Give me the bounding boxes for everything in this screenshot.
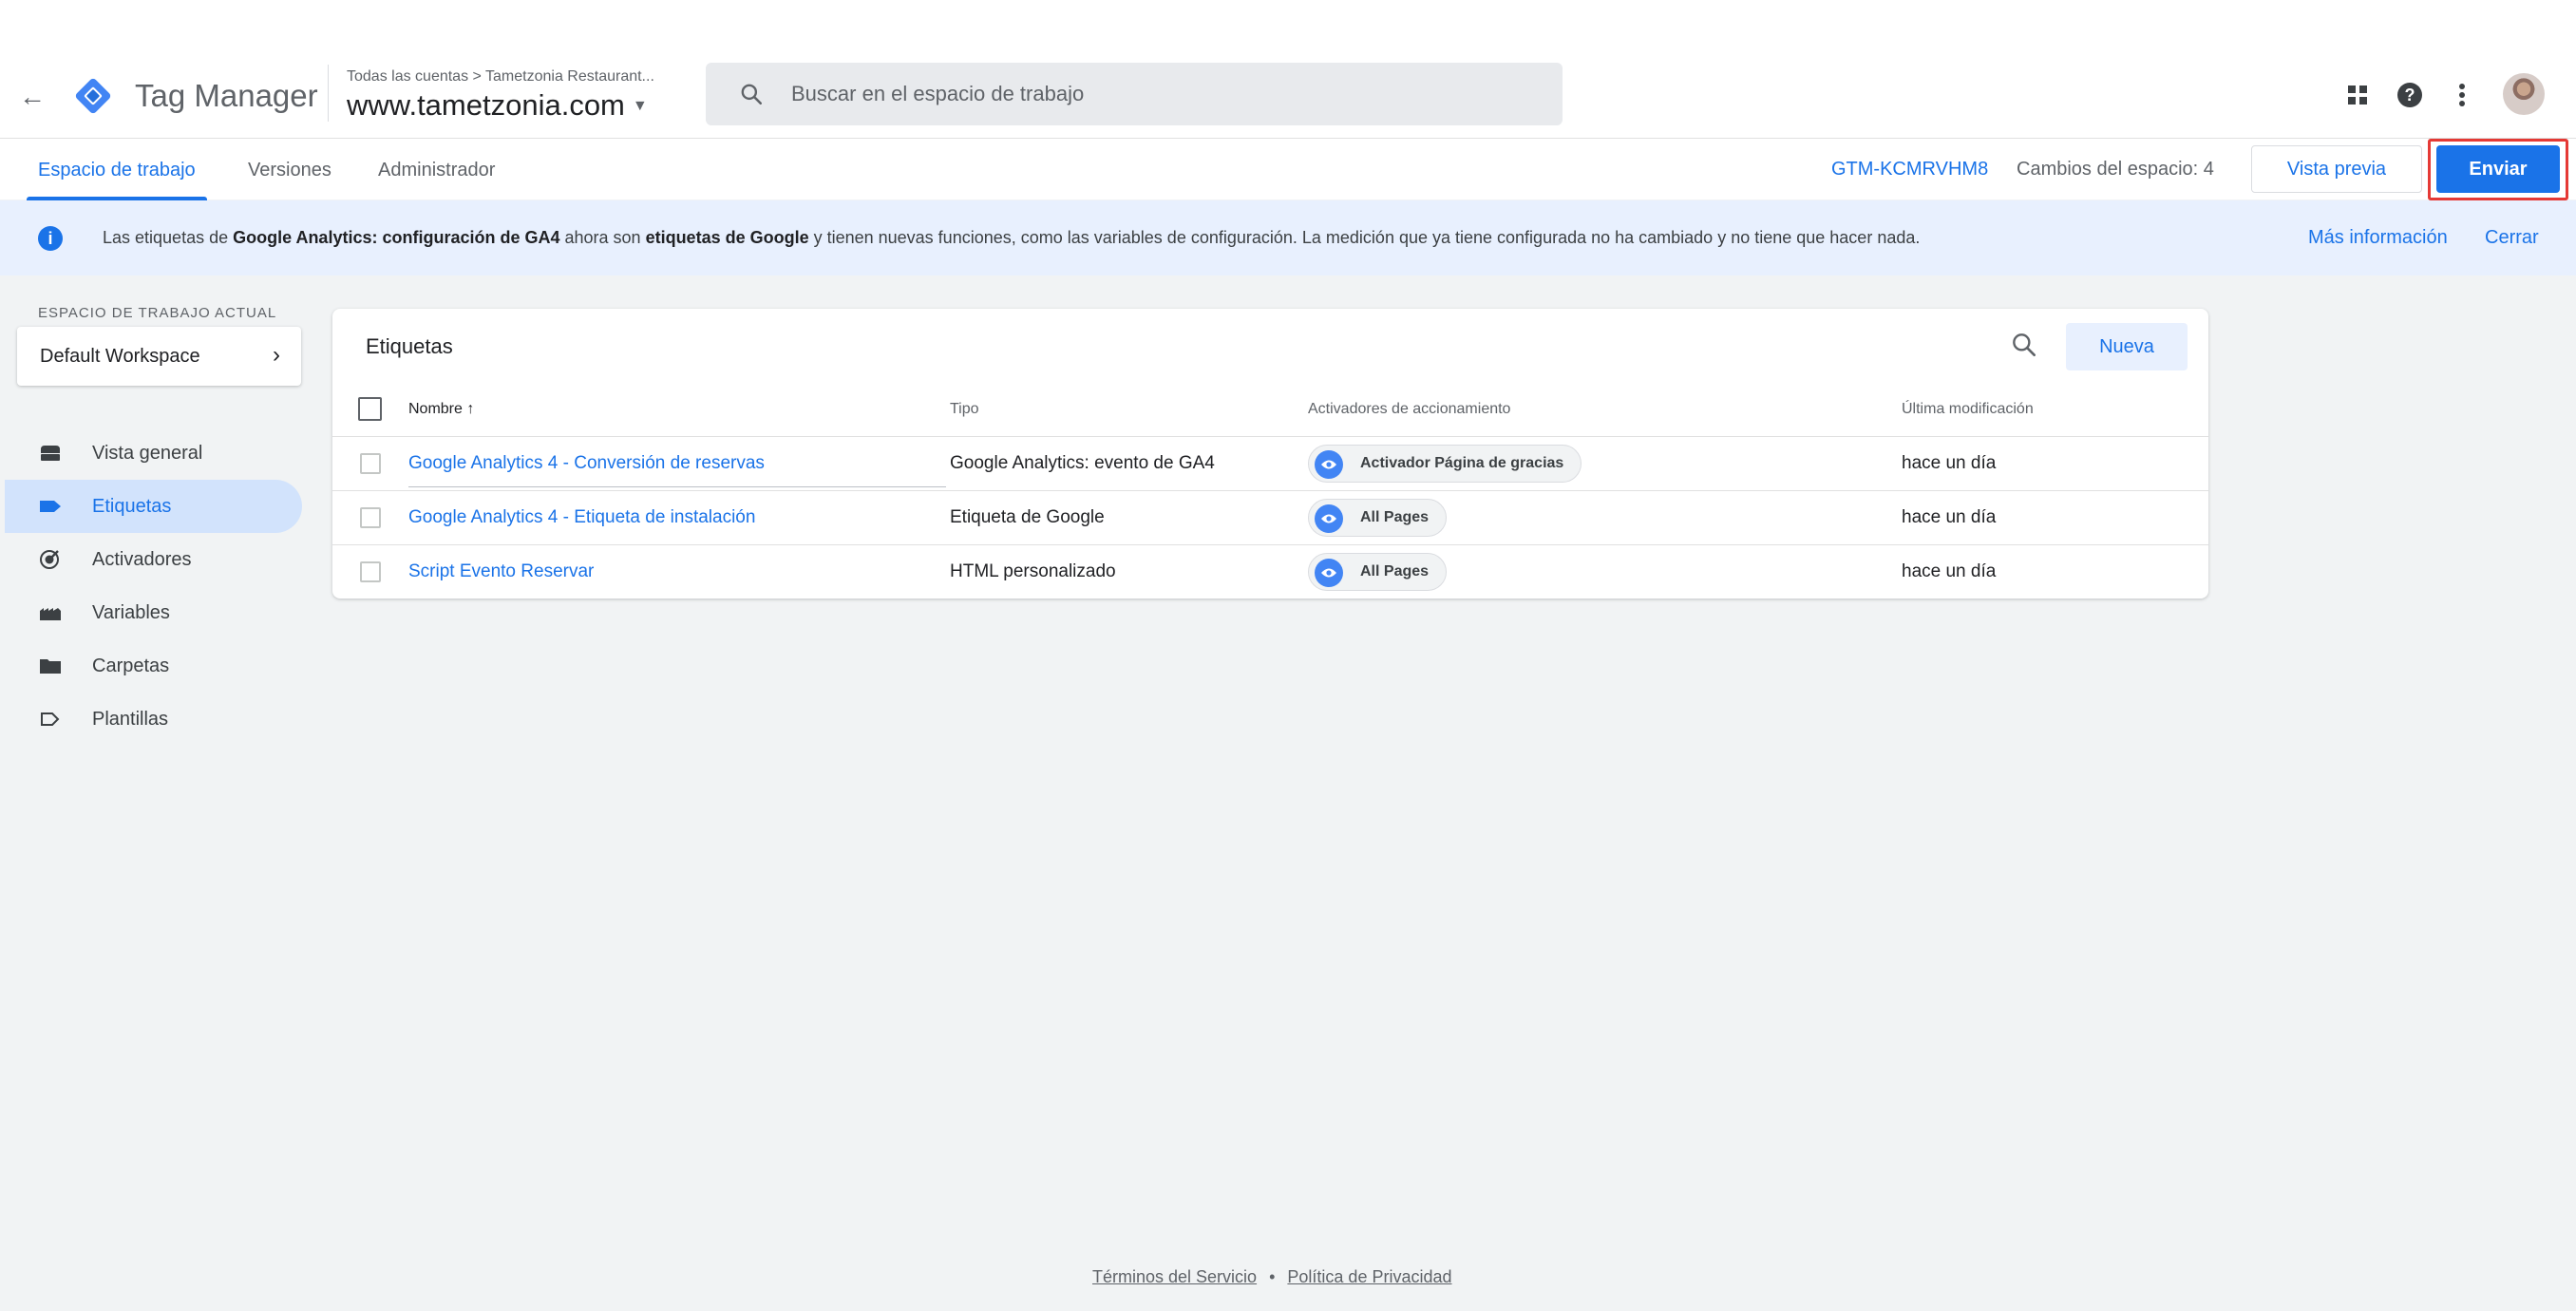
sidebar-item-folders[interactable]: Carpetas [0, 639, 302, 693]
workspace-search[interactable] [706, 63, 1563, 125]
app-title: Tag Manager [135, 78, 318, 113]
caret-down-icon: ▼ [632, 98, 648, 114]
trigger-chip[interactable]: All Pages [1308, 553, 1448, 591]
row-checkbox[interactable] [360, 453, 381, 474]
trigger-icon [40, 550, 59, 569]
more-vert-icon[interactable] [2441, 74, 2483, 116]
user-avatar[interactable] [2503, 73, 2545, 115]
sidebar-item-label: Etiquetas [92, 496, 172, 517]
workspace-changes-count: Cambios del espacio: 4 [2017, 159, 2214, 180]
row-checkbox[interactable] [360, 561, 381, 582]
back-arrow-icon[interactable]: ← [19, 78, 46, 116]
svg-text:?: ? [2405, 86, 2415, 104]
pageview-eye-icon [1315, 450, 1343, 479]
trigger-label: Activador Página de gracias [1360, 455, 1564, 471]
banner-message: Las etiquetas de Google Analytics: confi… [103, 226, 1920, 249]
apps-grid-icon[interactable] [2337, 74, 2378, 116]
sidebar-item-overview[interactable]: Vista general [0, 427, 302, 480]
sidebar-item-tags[interactable]: Etiquetas [5, 480, 302, 533]
tag-name-link[interactable]: Google Analytics 4 - Etiqueta de instala… [408, 506, 755, 529]
tab-versions[interactable]: Versiones [248, 158, 331, 182]
table-row[interactable]: Script Evento Reservar HTML personalizad… [332, 544, 2208, 598]
row-underline [408, 486, 946, 487]
table-row[interactable]: Google Analytics 4 - Conversión de reser… [332, 436, 2208, 489]
search-input[interactable] [791, 63, 1542, 125]
sidebar-item-label: Vista general [92, 443, 203, 464]
last-modified: hace un día [1902, 453, 1997, 473]
last-modified: hace un día [1902, 561, 1997, 581]
info-icon: i [38, 226, 63, 251]
trigger-chip[interactable]: Activador Página de gracias [1308, 445, 1582, 483]
submit-button[interactable]: Enviar [2436, 145, 2560, 193]
container-selector[interactable]: www.tametzonia.com ▼ [347, 87, 648, 124]
banner-bold-part: etiquetas de Google [645, 228, 809, 247]
help-icon[interactable]: ? [2389, 74, 2431, 116]
search-icon [741, 84, 763, 105]
tag-type: HTML personalizado [950, 561, 1116, 581]
banner-text-part: y tienen nuevas funciones, como las vari… [808, 228, 1921, 247]
tag-icon [40, 501, 61, 512]
info-banner: i Las etiquetas de Google Analytics: con… [0, 200, 2576, 276]
trigger-chip[interactable]: All Pages [1308, 499, 1448, 537]
footer-separator: • [1269, 1267, 1276, 1286]
row-checkbox[interactable] [360, 507, 381, 528]
trigger-label: All Pages [1360, 509, 1430, 525]
container-name: www.tametzonia.com [347, 88, 625, 122]
banner-text-part: Las etiquetas de [103, 228, 234, 247]
column-header-triggers[interactable]: Activadores de accionamiento [1308, 399, 1510, 420]
overview-icon [41, 446, 60, 461]
close-banner-link[interactable]: Cerrar [2485, 226, 2539, 249]
tag-name-link[interactable]: Script Evento Reservar [408, 560, 594, 583]
privacy-link[interactable]: Política de Privacidad [1287, 1267, 1451, 1286]
table-row[interactable]: Google Analytics 4 - Etiqueta de instala… [332, 490, 2208, 543]
chevron-right-icon: › [273, 342, 280, 368]
workspace-name: Default Workspace [40, 346, 200, 367]
select-all-checkbox[interactable] [358, 397, 382, 421]
sidebar-item-templates[interactable]: Plantillas [0, 693, 302, 746]
template-icon [41, 712, 60, 726]
sidebar-item-label: Carpetas [92, 656, 170, 676]
tab-workspace[interactable]: Espacio de trabajo [38, 158, 196, 182]
banner-bold-part: Google Analytics: configuración de GA4 [233, 228, 560, 247]
search-icon[interactable] [2009, 330, 2039, 360]
account-breadcrumb[interactable]: Todas las cuentas > Tametzonia Restauran… [347, 66, 654, 87]
column-header-name[interactable]: Nombre ↑ [408, 399, 474, 420]
pageview-eye-icon [1315, 559, 1343, 587]
folder-icon [40, 659, 61, 674]
pageview-eye-icon [1315, 504, 1343, 533]
sidebar-item-label: Activadores [92, 549, 192, 570]
tag-type: Etiqueta de Google [950, 507, 1105, 527]
top-app-bar: ← Tag Manager Todas las cuentas > Tametz… [0, 0, 2576, 138]
tag-manager-logo-icon [75, 78, 111, 114]
sidebar-item-variables[interactable]: Variables [0, 586, 302, 639]
sidebar-item-triggers[interactable]: Activadores [0, 533, 302, 586]
last-modified: hace un día [1902, 507, 1997, 527]
trigger-label: All Pages [1360, 563, 1430, 580]
sidebar-item-label: Variables [92, 602, 170, 623]
variables-icon [40, 608, 61, 620]
more-info-link[interactable]: Más información [2308, 226, 2448, 249]
column-header-type[interactable]: Tipo [950, 399, 979, 420]
banner-text-part: ahora son [559, 228, 646, 247]
workspace-subnav: Espacio de trabajo Versiones Administrad… [0, 138, 2576, 200]
tag-name-link[interactable]: Google Analytics 4 - Conversión de reser… [408, 452, 765, 475]
workspace-selector[interactable]: Default Workspace › [17, 327, 301, 386]
new-tag-button[interactable]: Nueva [2066, 323, 2188, 370]
container-id[interactable]: GTM-KCMRVHM8 [1831, 157, 1988, 181]
title-divider [328, 65, 329, 122]
sidebar-item-label: Plantillas [92, 709, 169, 730]
current-workspace-label: ESPACIO DE TRABAJO ACTUAL [38, 305, 277, 321]
tab-admin[interactable]: Administrador [378, 158, 495, 182]
preview-button[interactable]: Vista previa [2251, 145, 2422, 193]
tags-card: Etiquetas Nueva Nombre ↑ Tipo Activadore… [332, 309, 2208, 598]
footer: Términos del Servicio • Política de Priv… [1092, 1265, 1452, 1288]
column-header-modified[interactable]: Última modificación [1902, 399, 2034, 420]
card-title: Etiquetas [366, 334, 453, 358]
terms-link[interactable]: Términos del Servicio [1092, 1267, 1257, 1286]
tag-type: Google Analytics: evento de GA4 [950, 453, 1215, 473]
